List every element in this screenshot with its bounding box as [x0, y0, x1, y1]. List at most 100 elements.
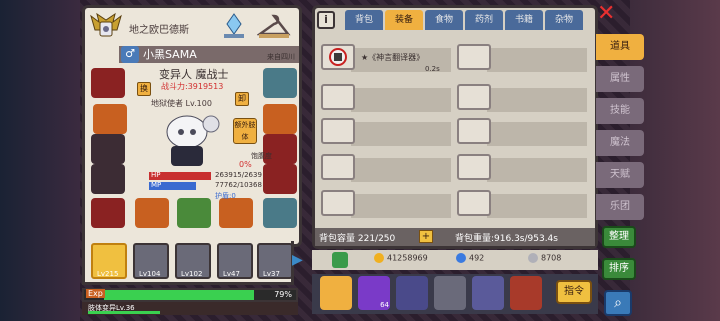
exp-bar: Exp 79% [82, 288, 298, 302]
bag-capacity: 背包容量 221/250 [319, 234, 396, 244]
item-row-bg [351, 122, 451, 146]
body-level-bar: 肢体变异Lv.36 [82, 302, 298, 315]
player-origin: 来自四川 [267, 53, 295, 61]
companion-strip: Lv215 Lv104 Lv102 Lv47 Lv37 [82, 241, 294, 285]
shield-value: 护盾:0 [215, 192, 236, 200]
tab-books[interactable]: 书籍 [505, 10, 543, 30]
tab-misc[interactable]: 杂物 [545, 10, 583, 30]
mp-value: 77762/10368 [215, 181, 262, 189]
necklace-slot[interactable] [93, 104, 127, 134]
item-slot[interactable] [321, 84, 355, 110]
helmet-slot[interactable] [91, 68, 125, 98]
accessory-slot[interactable] [263, 68, 297, 98]
emblem-button[interactable] [472, 276, 504, 310]
wardrobe-hanger-icon[interactable] [257, 12, 291, 40]
player-name: 小黑SAMA [143, 48, 197, 61]
character-avatar[interactable] [151, 110, 227, 172]
swap-arrows-button[interactable] [434, 276, 466, 310]
tab-food[interactable]: 食物 [425, 10, 463, 30]
bow-slot[interactable] [219, 198, 253, 228]
ring-slot[interactable] [263, 198, 297, 228]
item-slot[interactable] [321, 44, 355, 70]
expand-capacity-button[interactable]: + [419, 230, 433, 243]
item-row-bg [351, 194, 451, 218]
tab-bag[interactable]: 背包 [345, 10, 383, 30]
item-row-bg [487, 122, 587, 146]
side-tab-magic[interactable]: 魔法 [596, 130, 644, 156]
search-icon[interactable]: ⌕ [604, 290, 632, 316]
gold-amount: 41258969 [374, 253, 428, 263]
currency-bar: 41258969 492 8708 [312, 250, 598, 270]
side-tab-attributes[interactable]: 属性 [596, 66, 644, 92]
command-button[interactable]: 指令 [556, 280, 592, 304]
sort-button[interactable]: 整理 [602, 226, 636, 248]
download-icon[interactable] [332, 252, 348, 268]
tab-equipment[interactable]: 装备 [385, 10, 423, 30]
male-gender-icon: ♂ [121, 46, 139, 63]
skill-hex-button[interactable]: 64 [358, 276, 390, 310]
exp-fill [104, 290, 255, 300]
gold-coin-icon [374, 253, 384, 263]
companion-slot[interactable]: Lv215 [91, 243, 127, 279]
side-tab-talent[interactable]: 天赋 [596, 162, 644, 188]
side-tab-band[interactable]: 乐团 [596, 194, 644, 220]
side-tab-skills[interactable]: 技能 [596, 98, 644, 124]
background-left [0, 0, 80, 321]
item-time: 0.2s [425, 65, 440, 73]
item-slot[interactable] [457, 190, 491, 216]
tab-potion[interactable]: 药剂 [465, 10, 503, 30]
crystal-icon[interactable] [221, 12, 247, 40]
item-slot[interactable] [457, 154, 491, 180]
exp-label: Exp [86, 289, 105, 298]
quest-book-button[interactable] [320, 276, 352, 310]
inventory-panel: i 背包 装备 食物 药剂 书籍 杂物 ★《神言翻译器》 0.2s 背包容量 2… [312, 5, 598, 249]
guild-name: 地之欧巴德斯 [129, 25, 189, 36]
swap-button[interactable]: 换 [137, 82, 151, 96]
item-slot[interactable] [321, 118, 355, 144]
companion-slot[interactable]: Lv104 [133, 243, 169, 279]
weapon-slot[interactable] [135, 198, 169, 228]
item-row-bg [351, 158, 451, 182]
close-icon[interactable]: ✕ [597, 3, 619, 26]
shield-button[interactable] [510, 276, 542, 310]
side-tab-items[interactable]: 道具 [596, 34, 644, 60]
item-row-bg [487, 194, 587, 218]
class-title: 变异人 魔战士 [159, 68, 229, 81]
item-slot[interactable] [457, 118, 491, 144]
offhand-slot[interactable] [177, 198, 211, 228]
pumpkin-slot[interactable] [263, 104, 297, 134]
inventory-footer: 背包容量 221/250 + 背包重量:916.3s/953.4s [315, 228, 595, 246]
gold-value: 41258969 [387, 253, 428, 263]
gem-value: 492 [469, 253, 485, 263]
satiety-label: 饱腹度 [251, 152, 272, 160]
item-row-bg [487, 88, 587, 112]
combat-power: 战斗力:3919513 [161, 82, 224, 91]
belt-slot[interactable] [263, 164, 297, 194]
item-slot[interactable] [457, 84, 491, 110]
armor-slot[interactable] [91, 134, 125, 164]
item-name: ★《神言翻译器》 [361, 53, 425, 62]
unequip-button[interactable]: 卸 [235, 92, 249, 106]
boots-slot[interactable] [91, 198, 125, 228]
mp-bar: MP [149, 181, 196, 190]
info-button[interactable]: i [317, 11, 335, 29]
hp-label: HP [151, 171, 161, 179]
companion-level: Lv104 [139, 270, 161, 278]
order-button[interactable]: 排序 [602, 258, 636, 280]
companion-slot[interactable]: Lv102 [175, 243, 211, 279]
chevron-right-icon[interactable]: ▶ [292, 252, 304, 272]
character-panel: 地之欧巴德斯 小黑SAMA ♂ 来自四川 变异人 魔战士 战斗力:3919513… [82, 5, 302, 247]
item-slot[interactable] [457, 44, 491, 70]
companion-slot[interactable]: Lv47 [217, 243, 253, 279]
character-subtitle: 地狱使者 Lv.100 [151, 99, 212, 108]
guild-emblem-icon[interactable] [89, 12, 123, 42]
translator-device-icon [329, 48, 347, 66]
companion-slot[interactable]: Lv37 [257, 243, 293, 279]
ring-button[interactable] [396, 276, 428, 310]
character-header: 地之欧巴德斯 [85, 8, 299, 44]
item-slot[interactable] [321, 154, 355, 180]
extra-body-button[interactable]: 额外肢体 [233, 118, 257, 144]
item-slot[interactable] [321, 190, 355, 216]
gloves-slot[interactable] [91, 164, 125, 194]
mp-label: MP [151, 181, 162, 189]
